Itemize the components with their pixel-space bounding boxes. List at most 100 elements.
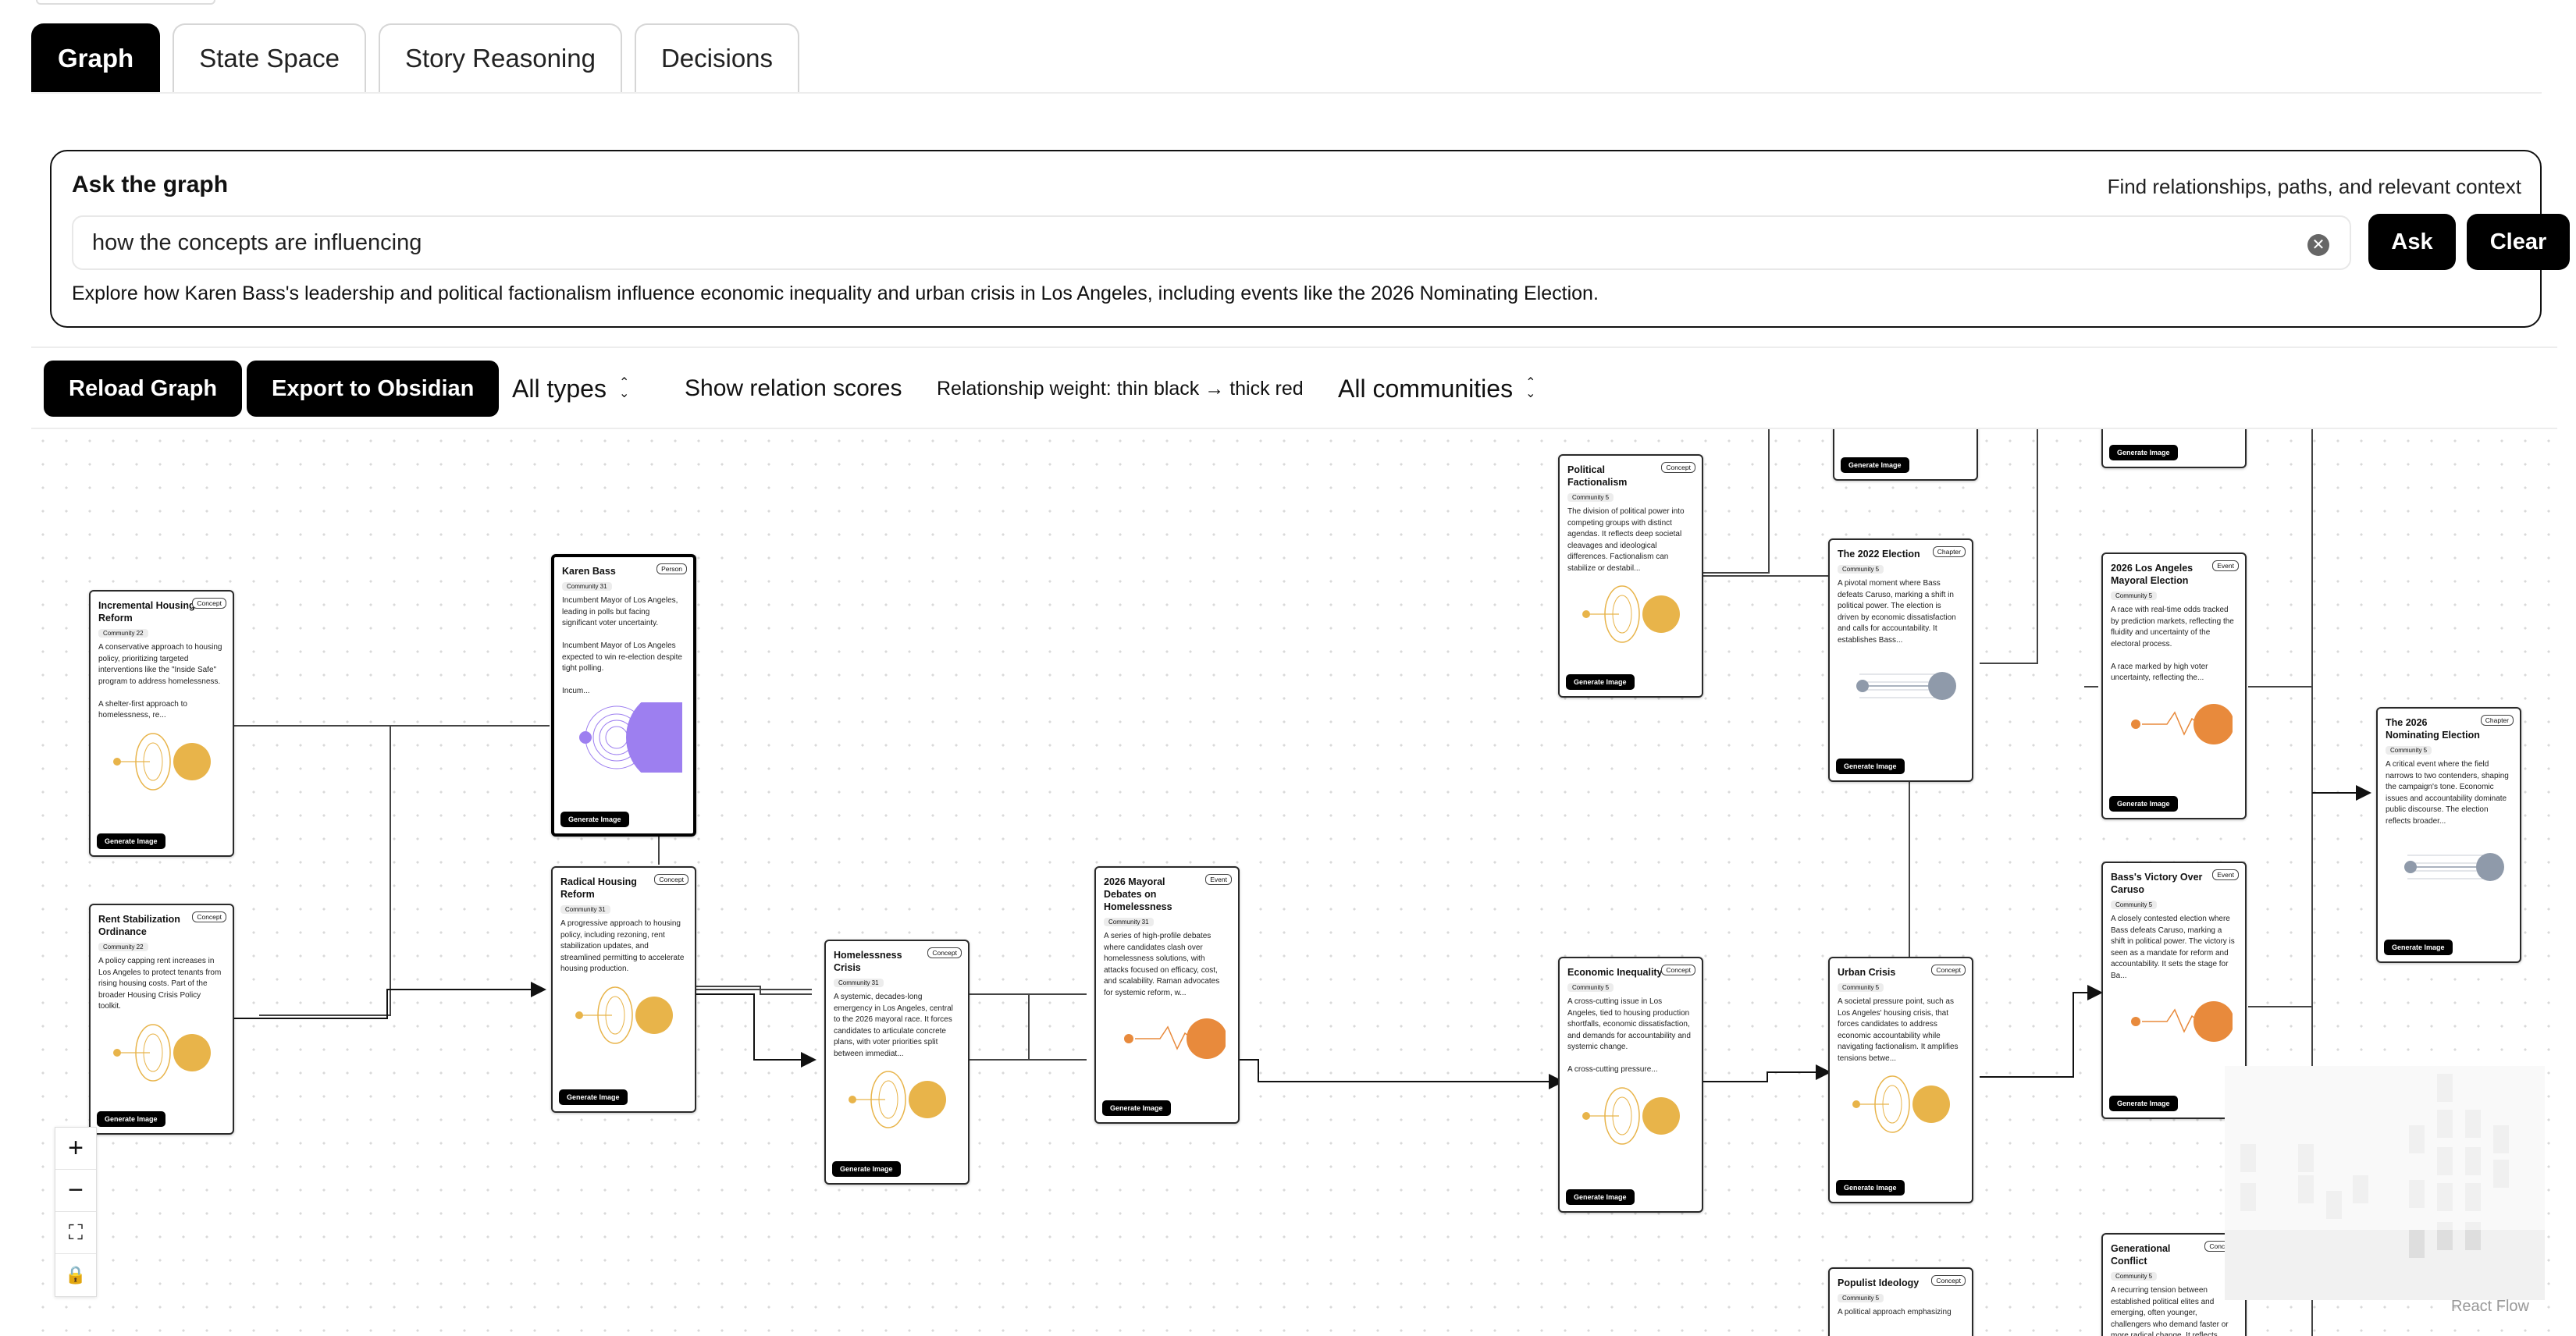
node-illustration bbox=[1582, 1086, 1680, 1145]
node-type-badge: Concept bbox=[1661, 462, 1695, 473]
node-community-tag: Community 5 bbox=[2111, 901, 2158, 909]
node-type-badge: Event bbox=[1205, 874, 1232, 885]
zoom-in-button[interactable]: + bbox=[55, 1128, 96, 1170]
graph-edge bbox=[1980, 985, 2103, 1078]
node-title: Incremental Housing Reform bbox=[98, 600, 195, 624]
node-la-mayoral-election[interactable]: 2026 Los Angeles Mayoral Election Event … bbox=[2101, 553, 2247, 819]
node-nominating-election[interactable]: The 2026 Nominating Election Chapter Com… bbox=[2376, 707, 2521, 963]
node-type-badge: Person bbox=[656, 563, 687, 574]
node-header: The 2026 Nominating Election Chapter bbox=[2378, 709, 2520, 741]
node-illustration bbox=[2404, 853, 2504, 881]
node-urban-crisis[interactable]: Urban Crisis Concept Community 5 A socie… bbox=[1828, 957, 1973, 1203]
app-root: Graph State Space Story Reasoning Decisi… bbox=[0, 0, 2576, 1336]
generate-image-button[interactable]: Generate Image bbox=[560, 812, 629, 827]
node-mayoral-debates-homelessness[interactable]: 2026 Mayoral Debates on Homelessness Eve… bbox=[1094, 866, 1240, 1124]
node-rent-stabilization-ordinance[interactable]: Rent Stabilization Ordinance Concept Com… bbox=[89, 904, 234, 1135]
clear-input-icon[interactable]: ✕ bbox=[2307, 234, 2329, 256]
tab-state-space[interactable]: State Space bbox=[173, 23, 366, 92]
node-illustration bbox=[2131, 703, 2233, 744]
node-type-badge: Concept bbox=[1931, 965, 1966, 975]
generate-image-button[interactable]: Generate Image bbox=[1841, 457, 1909, 473]
ask-graph-title: Ask the graph bbox=[72, 172, 229, 197]
zoom-out-button[interactable]: − bbox=[55, 1170, 96, 1212]
lock-icon[interactable]: 🔒 bbox=[55, 1254, 96, 1296]
node-illustration bbox=[113, 732, 211, 791]
communities-select-value: All communities bbox=[1338, 374, 1514, 403]
partial-node[interactable]: Generate Image bbox=[1833, 429, 1978, 481]
node-type-badge: Event bbox=[2212, 560, 2239, 571]
node-description: A conservative approach to housing polic… bbox=[98, 643, 222, 720]
node-type-badge: Concept bbox=[654, 874, 688, 885]
fit-view-icon[interactable]: ⛶ bbox=[55, 1212, 96, 1254]
node-title: Urban Crisis bbox=[1838, 967, 1896, 978]
show-relation-scores-toggle[interactable]: Show relation scores bbox=[685, 361, 902, 417]
graph-edge bbox=[2248, 686, 2313, 796]
generate-image-button[interactable]: Generate Image bbox=[832, 1161, 901, 1177]
node-title: Populist Ideology bbox=[1838, 1277, 1920, 1288]
node-header: Bass's Victory Over Caruso Event bbox=[2103, 863, 2245, 896]
graph-canvas[interactable]: Generate Image Generate Image Incrementa… bbox=[31, 429, 2560, 1336]
tab-story-reasoning[interactable]: Story Reasoning bbox=[378, 23, 622, 92]
node-description: A political approach emphasizing bbox=[1838, 1308, 1952, 1316]
generate-image-button[interactable]: Generate Image bbox=[2384, 940, 2453, 955]
generate-image-button[interactable]: Generate Image bbox=[559, 1089, 628, 1105]
node-description: The division of political power into com… bbox=[1567, 507, 1685, 573]
node-community-tag: Community 31 bbox=[560, 905, 610, 914]
generate-image-button[interactable]: Generate Image bbox=[97, 1111, 165, 1127]
node-description: A systemic, decades-long emergency in Lo… bbox=[834, 993, 953, 1058]
node-community-tag: Community 5 bbox=[1838, 565, 1884, 574]
node-title: 2026 Mayoral Debates on Homelessness bbox=[1104, 876, 1172, 912]
generate-image-button[interactable]: Generate Image bbox=[1836, 759, 1905, 774]
types-select[interactable]: All types ⌃ ⌄ bbox=[512, 361, 629, 417]
node-political-factionalism[interactable]: Political Factionalism Concept Community… bbox=[1558, 454, 1703, 698]
node-header: 2026 Los Angeles Mayoral Election Event bbox=[2103, 554, 2245, 587]
minimap-node bbox=[2409, 1230, 2425, 1258]
node-community-tag: Community 5 bbox=[2386, 746, 2432, 755]
generate-image-button[interactable]: Generate Image bbox=[2109, 796, 2178, 812]
node-karen-bass[interactable]: Karen Bass Person Community 31 Incumbent… bbox=[551, 554, 696, 837]
generate-image-button[interactable]: Generate Image bbox=[2109, 1096, 2178, 1111]
node-header: Rent Stabilization Ordinance Concept bbox=[91, 905, 233, 938]
ask-graph-hint: Find relationships, paths, and relevant … bbox=[2107, 175, 2521, 198]
generate-image-button[interactable]: Generate Image bbox=[1566, 674, 1635, 690]
export-obsidian-button[interactable]: Export to Obsidian bbox=[247, 361, 500, 417]
generate-image-button[interactable]: Generate Image bbox=[1566, 1189, 1635, 1205]
node-economic-inequality[interactable]: Economic Inequality Concept Community 5 … bbox=[1558, 957, 1703, 1213]
ask-button[interactable]: Ask bbox=[2368, 214, 2456, 270]
graph-edge bbox=[693, 993, 817, 1068]
node-header: Populist Ideology Concept bbox=[1830, 1269, 1972, 1289]
generate-image-button[interactable]: Generate Image bbox=[1836, 1180, 1905, 1196]
graph-edge bbox=[1699, 1064, 1831, 1082]
node-title: The 2022 Election bbox=[1838, 549, 1920, 560]
node-populist-ideology[interactable]: Populist Ideology Concept Community 5 A … bbox=[1828, 1267, 1973, 1336]
node-header: Karen Bass Person bbox=[554, 557, 693, 577]
ask-summary: Explore how Karen Bass's leadership and … bbox=[72, 282, 1599, 304]
reload-graph-button[interactable]: Reload Graph bbox=[44, 361, 243, 417]
node-description: Incumbent Mayor of Los Angeles, leading … bbox=[562, 596, 682, 695]
generate-image-button[interactable]: Generate Image bbox=[97, 833, 165, 849]
clear-button[interactable]: Clear bbox=[2467, 214, 2570, 270]
node-description: A race with real-time odds tracked by pr… bbox=[2111, 606, 2234, 682]
minimap[interactable] bbox=[2225, 1066, 2545, 1300]
node-description: A pivotal moment where Bass defeats Caru… bbox=[1838, 579, 1956, 645]
node-community-tag: Community 5 bbox=[2111, 592, 2158, 600]
top-partial-control bbox=[36, 0, 215, 5]
react-flow-attribution[interactable]: React Flow bbox=[2451, 1298, 2529, 1316]
panel-divider bbox=[31, 346, 2557, 348]
node-type-badge: Chapter bbox=[1932, 546, 1966, 557]
communities-select[interactable]: All communities ⌃ ⌄ bbox=[1338, 361, 1535, 417]
tab-decisions[interactable]: Decisions bbox=[634, 23, 800, 92]
node-radical-housing-reform[interactable]: Radical Housing Reform Concept Community… bbox=[551, 866, 696, 1113]
node-community-tag: Community 31 bbox=[834, 979, 884, 987]
node-type-badge: Concept bbox=[192, 911, 226, 922]
node-incremental-housing-reform[interactable]: Incremental Housing Reform Concept Commu… bbox=[89, 590, 234, 857]
partial-node[interactable]: Generate Image bbox=[2101, 429, 2247, 468]
node-illustration bbox=[113, 1023, 211, 1082]
node-header: Generational Conflict Concept bbox=[2103, 1235, 2245, 1267]
node-the-2022-election[interactable]: The 2022 Election Chapter Community 5 A … bbox=[1828, 538, 1973, 782]
tab-graph[interactable]: Graph bbox=[31, 23, 161, 92]
ask-query-input[interactable]: how the concepts are influencing ✕ bbox=[72, 215, 2351, 270]
generate-image-button[interactable]: Generate Image bbox=[1102, 1100, 1171, 1116]
generate-image-button[interactable]: Generate Image bbox=[2109, 445, 2178, 460]
node-homelessness-crisis[interactable]: Homelessness Crisis Concept Community 31… bbox=[824, 940, 970, 1185]
